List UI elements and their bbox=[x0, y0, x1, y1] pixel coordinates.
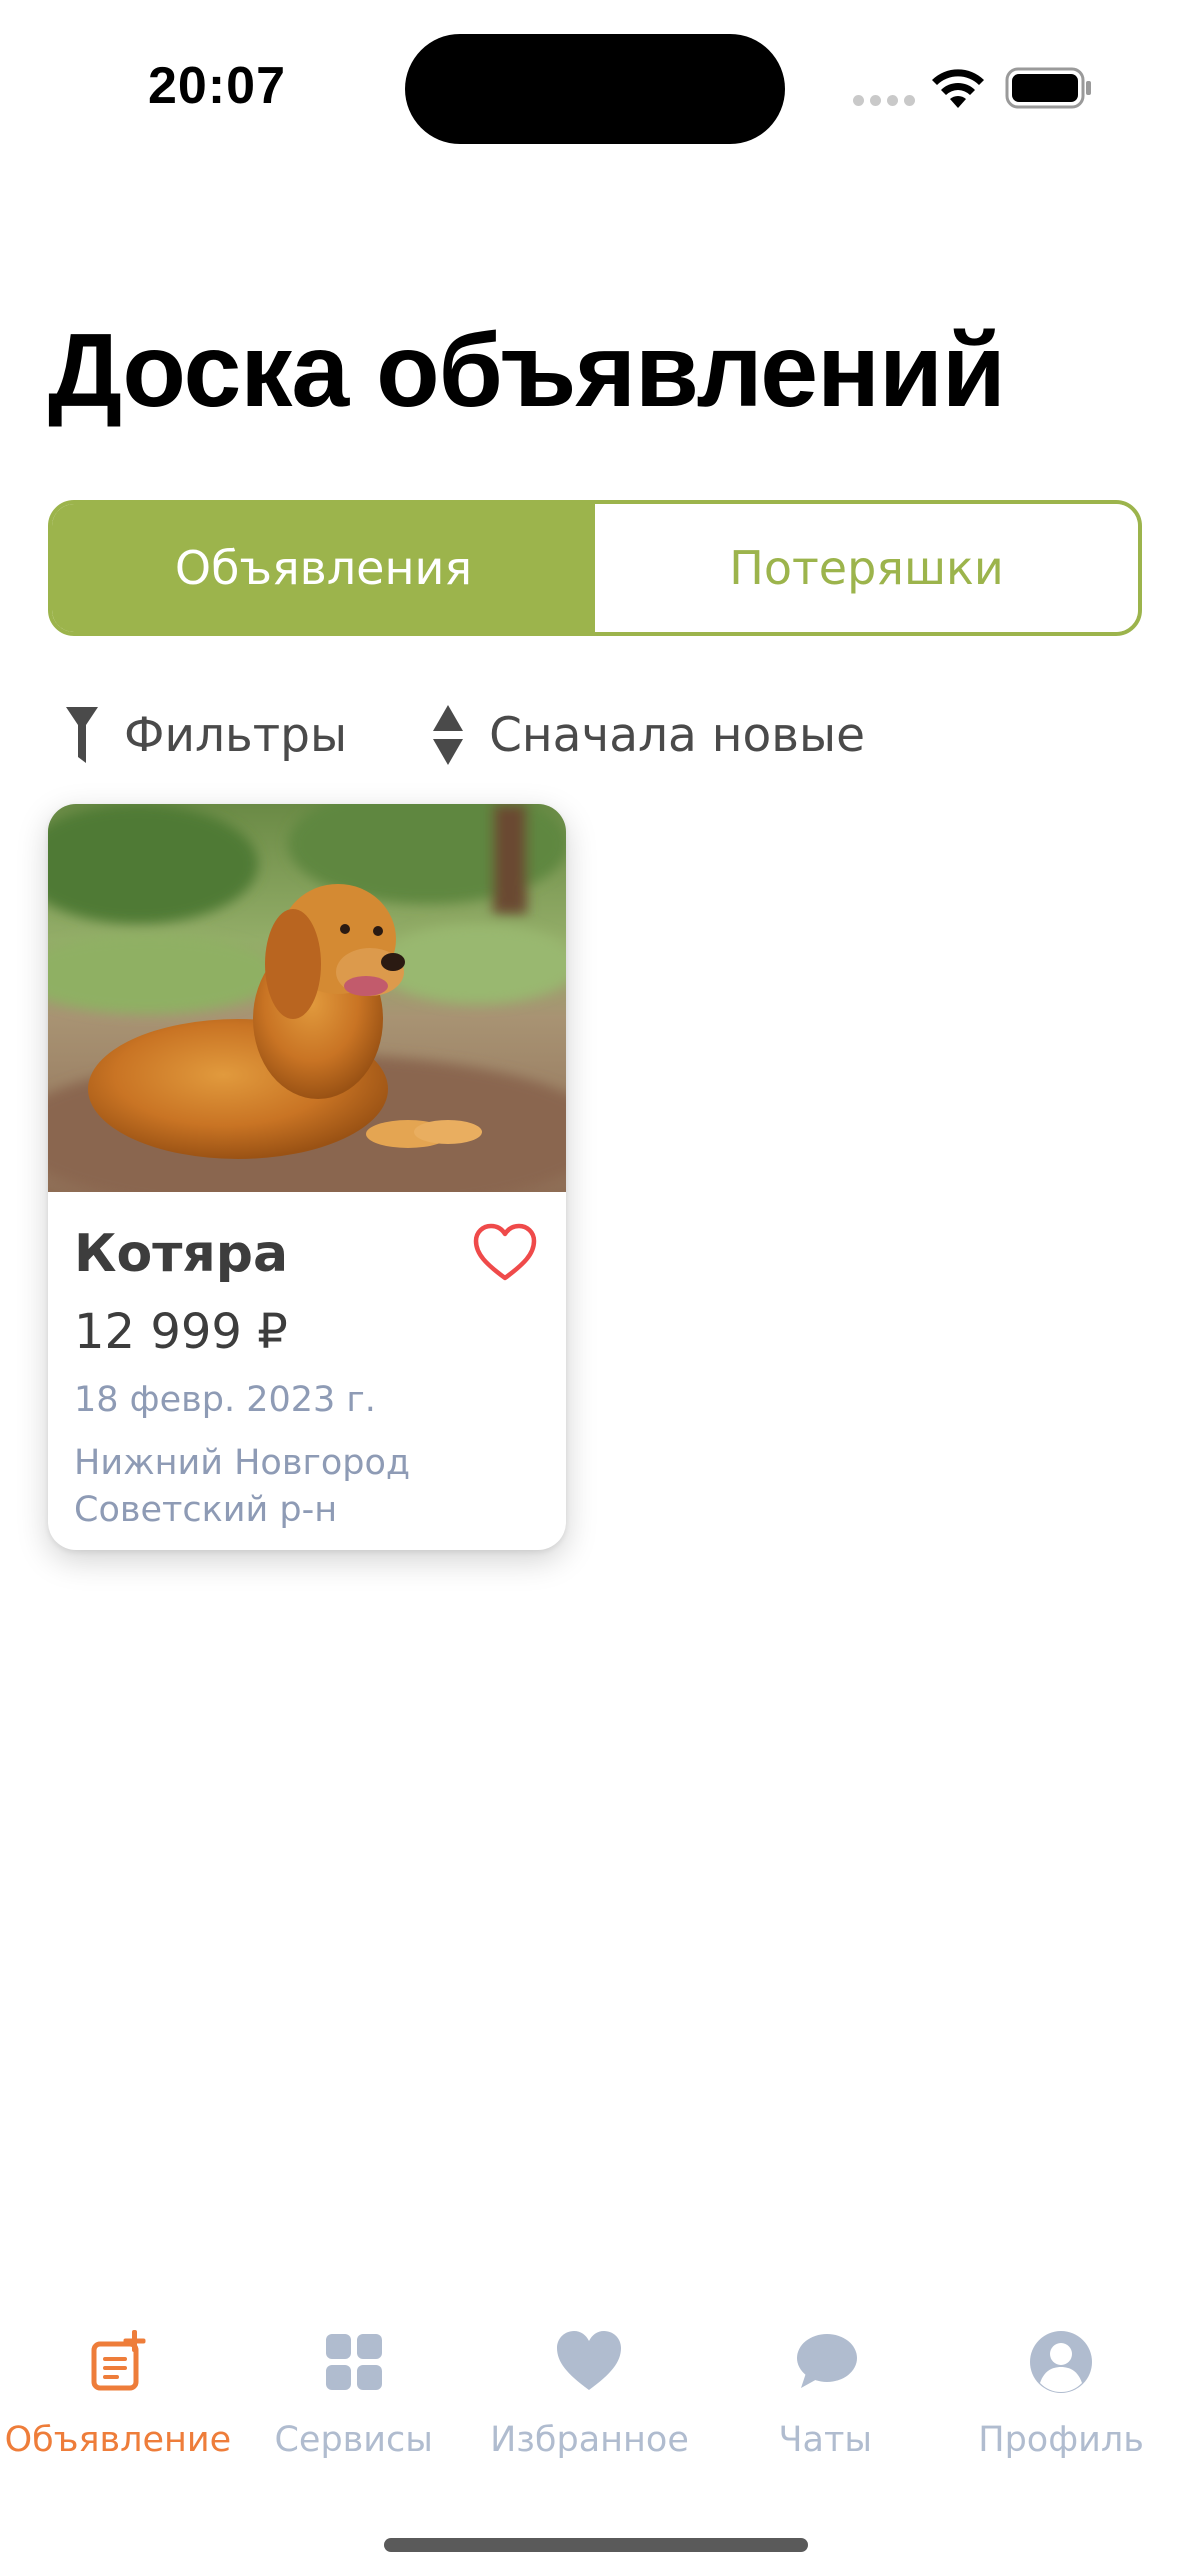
tab-listings-bottom[interactable]: Объявление bbox=[0, 2320, 236, 2470]
status-bar: 20:07 bbox=[0, 0, 1179, 170]
status-time: 20:07 bbox=[148, 57, 286, 115]
listing-price: 12 999 ₽ bbox=[74, 1304, 288, 1360]
sort-button[interactable]: Сначала новые bbox=[433, 705, 865, 765]
dynamic-island bbox=[405, 34, 785, 144]
wifi-icon bbox=[932, 69, 984, 108]
heart-outline-icon[interactable] bbox=[472, 1222, 538, 1282]
profile-icon bbox=[1030, 2331, 1093, 2393]
page-title: Доска объявлений bbox=[48, 313, 1006, 429]
home-indicator[interactable] bbox=[384, 2538, 808, 2552]
listing-card[interactable]: Котяра 12 999 ₽ 18 февр. 2023 г. Нижний … bbox=[48, 804, 566, 1550]
tab-favorites[interactable]: Избранное bbox=[472, 2320, 708, 2470]
sort-label: Сначала новые bbox=[489, 707, 865, 763]
battery-full-icon bbox=[1005, 67, 1091, 109]
filters-label: Фильтры bbox=[124, 707, 348, 763]
tab-label: Сервисы bbox=[274, 2420, 433, 2460]
tab-chats[interactable]: Чаты bbox=[707, 2320, 943, 2470]
filter-sort-toolbar: Фильтры Сначала новые bbox=[66, 700, 865, 770]
tab-label: Профиль bbox=[978, 2420, 1144, 2460]
sort-updown-icon bbox=[433, 705, 464, 765]
listing-date: 18 февр. 2023 г. bbox=[74, 1380, 376, 1420]
cellular-signal-icon bbox=[853, 95, 915, 107]
tab-label: Объявление bbox=[4, 2420, 232, 2460]
listing-photo bbox=[48, 804, 566, 1192]
listing-title: Котяра bbox=[74, 1224, 289, 1284]
filters-button[interactable]: Фильтры bbox=[66, 707, 347, 763]
tab-lost-pets[interactable]: Потеряшки bbox=[595, 504, 1138, 632]
tab-services[interactable]: Сервисы bbox=[236, 2320, 472, 2470]
listing-district: Советский р-н bbox=[74, 1490, 338, 1530]
listing-city: Нижний Новгород bbox=[74, 1443, 411, 1483]
tab-profile[interactable]: Профиль bbox=[943, 2320, 1179, 2470]
listing-location: Нижний Новгород Советский р-н bbox=[74, 1440, 410, 1534]
tab-listings[interactable]: Объявления bbox=[52, 504, 595, 632]
tab-label: Чаты bbox=[778, 2420, 873, 2460]
heart-icon bbox=[557, 2331, 622, 2390]
tab-label: Избранное bbox=[490, 2420, 689, 2460]
chat-bubble-icon bbox=[797, 2334, 858, 2388]
add-listing-icon bbox=[91, 2330, 146, 2391]
segmented-control: Объявления Потеряшки bbox=[48, 500, 1142, 636]
bottom-tab-bar: Объявление Сервисы Избранное Чаты Профил… bbox=[0, 2320, 1179, 2470]
grid-icon bbox=[325, 2334, 382, 2390]
funnel-icon bbox=[66, 707, 98, 763]
